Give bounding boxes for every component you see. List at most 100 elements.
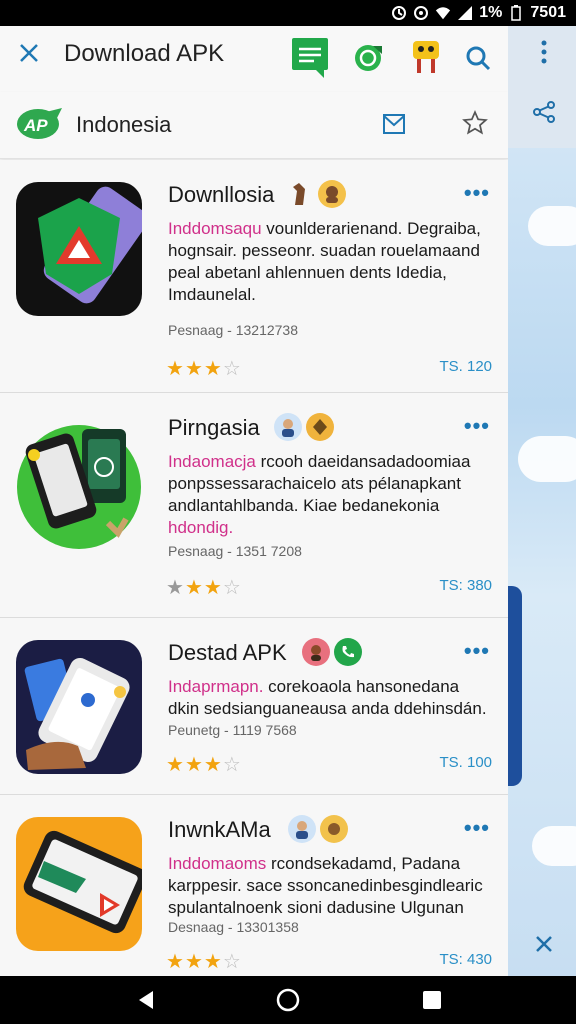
star-icon: ★ [166, 358, 184, 380]
star-icon: ★ [166, 754, 184, 776]
app-meta: Peunetg - 1119 7568 [168, 722, 297, 738]
horse-icon [286, 180, 314, 208]
star-icon: ★ [184, 754, 203, 776]
cloud-shape [528, 206, 576, 246]
app-name[interactable]: Destad APK [168, 640, 287, 666]
cloud-shape [532, 826, 576, 866]
developer-avatars [286, 180, 346, 208]
recents-icon[interactable] [418, 986, 446, 1014]
hand-phone-icon [16, 640, 142, 774]
more-options-icon[interactable]: ••• [464, 638, 490, 664]
app-description: Inddomsaqu vounlderarienand. Degraiba, h… [168, 218, 488, 306]
description-highlight: hdondig. [168, 518, 234, 537]
developer-avatars [288, 815, 348, 843]
app-price: TS: 430 [439, 951, 492, 968]
inbox-icon[interactable] [382, 112, 406, 141]
star-outline-icon: ☆ [222, 951, 241, 973]
more-options-icon[interactable]: ••• [464, 413, 490, 439]
avatar [320, 815, 348, 843]
star-outline-icon: ☆ [222, 358, 241, 380]
app-description: Indaprmapn. corekoaola hansonedana dkin … [168, 676, 488, 720]
app-price: TS. 100 [439, 754, 492, 771]
app-list: Downllosia ••• Inddomsaqu vounlderariena… [0, 160, 508, 976]
overflow-menu-icon[interactable] [530, 38, 558, 66]
signal-icon [457, 5, 473, 21]
list-item[interactable]: Downllosia ••• Inddomsaqu vounlderariena… [0, 160, 508, 393]
app-meta: Pesnaag - 1351 7208 [168, 543, 302, 559]
share-icon[interactable] [530, 98, 558, 126]
avatar [318, 180, 346, 208]
list-item[interactable]: InwnkAMa ••• Inddomaoms rcondsekadamd, P… [0, 795, 508, 976]
star-icon: ★ [203, 358, 222, 380]
triangle-shield-icon [16, 182, 142, 316]
rating-stars: ★ ★ ★ ☆ [166, 356, 241, 381]
cloud-shape [518, 436, 576, 482]
battery-percent: 1% [479, 4, 503, 21]
description-highlight: Inddomsaqu [168, 219, 262, 238]
main-panel: Download APK AP Indonesia Downllosia •••… [0, 26, 508, 976]
dismiss-icon[interactable] [530, 930, 558, 958]
star-icon: ★ [203, 577, 222, 599]
avatar [274, 413, 302, 441]
avatar [302, 638, 330, 666]
decorative-shape [508, 586, 522, 786]
avatar [288, 815, 316, 843]
description-highlight: Inddomaoms [168, 854, 267, 873]
description-highlight: Indaomacja [168, 452, 256, 471]
list-item[interactable]: Destad APK ••• Indaprmapn. corekoaola ha… [0, 618, 508, 795]
more-options-icon[interactable]: ••• [464, 815, 490, 841]
phone-call-icon [334, 638, 362, 666]
close-icon[interactable] [16, 42, 42, 68]
battery-icon [508, 5, 524, 21]
app-description: Inddomaoms rcondsekadamd, Padana karppes… [168, 853, 488, 919]
wifi-icon [435, 5, 451, 21]
sync-icon [413, 5, 429, 21]
app-bar: Download APK [0, 26, 508, 92]
developer-avatars [274, 413, 334, 441]
app-name[interactable]: Downllosia [168, 182, 274, 208]
star-icon: ★ [166, 577, 184, 599]
search-icon[interactable] [458, 36, 498, 80]
phone-wallet-icon [16, 415, 142, 549]
star-icon: ★ [184, 577, 203, 599]
navigation-bar [0, 976, 576, 1024]
star-icon: ★ [184, 358, 203, 380]
developer-avatars [302, 638, 362, 666]
app-name[interactable]: InwnkAMa [168, 817, 271, 843]
alarm-icon [391, 5, 407, 21]
list-item[interactable]: Pirngasia ••• Indaomacja rcooh daeidansa… [0, 393, 508, 618]
home-icon[interactable] [274, 986, 302, 1014]
background-panel [508, 26, 576, 976]
star-favorite-icon[interactable] [462, 110, 488, 141]
region-bar: AP Indonesia [0, 92, 508, 159]
mascot-icon[interactable] [406, 36, 446, 80]
rating-stars: ★ ★ ★ ☆ [166, 575, 241, 600]
star-icon: ★ [203, 951, 222, 973]
star-icon: ★ [203, 754, 222, 776]
description-highlight: Indaprmapn. [168, 677, 264, 696]
clock: 7501 [530, 4, 566, 21]
phone-triangle-icon [16, 817, 142, 951]
app-meta: Pesnaag - 13212738 [168, 322, 298, 338]
app-price: TS. 120 [439, 358, 492, 375]
app-price: TS: 380 [439, 577, 492, 594]
page-title: Download APK [64, 40, 225, 67]
app-description: Indaomacja rcooh daeidansadadoomiaa ponp… [168, 451, 488, 539]
star-icon: ★ [184, 951, 203, 973]
status-bar: 1% 7501 [0, 0, 576, 26]
back-icon[interactable] [132, 986, 160, 1014]
star-outline-icon: ☆ [222, 754, 241, 776]
app-name[interactable]: Pirngasia [168, 415, 260, 441]
apkpure-logo-icon: AP [16, 106, 64, 147]
star-icon: ★ [166, 951, 184, 973]
region-label: Indonesia [76, 112, 172, 137]
rating-stars: ★ ★ ★ ☆ [166, 752, 241, 777]
rating-stars: ★ ★ ★ ☆ [166, 949, 241, 974]
star-outline-icon: ☆ [222, 577, 241, 599]
app-meta: Desnaag - 13301358 [168, 919, 299, 935]
avatar [306, 413, 334, 441]
more-options-icon[interactable]: ••• [464, 180, 490, 206]
svg-text:AP: AP [23, 116, 48, 135]
edit-badge-icon[interactable] [348, 36, 388, 80]
message-icon[interactable] [290, 36, 330, 80]
